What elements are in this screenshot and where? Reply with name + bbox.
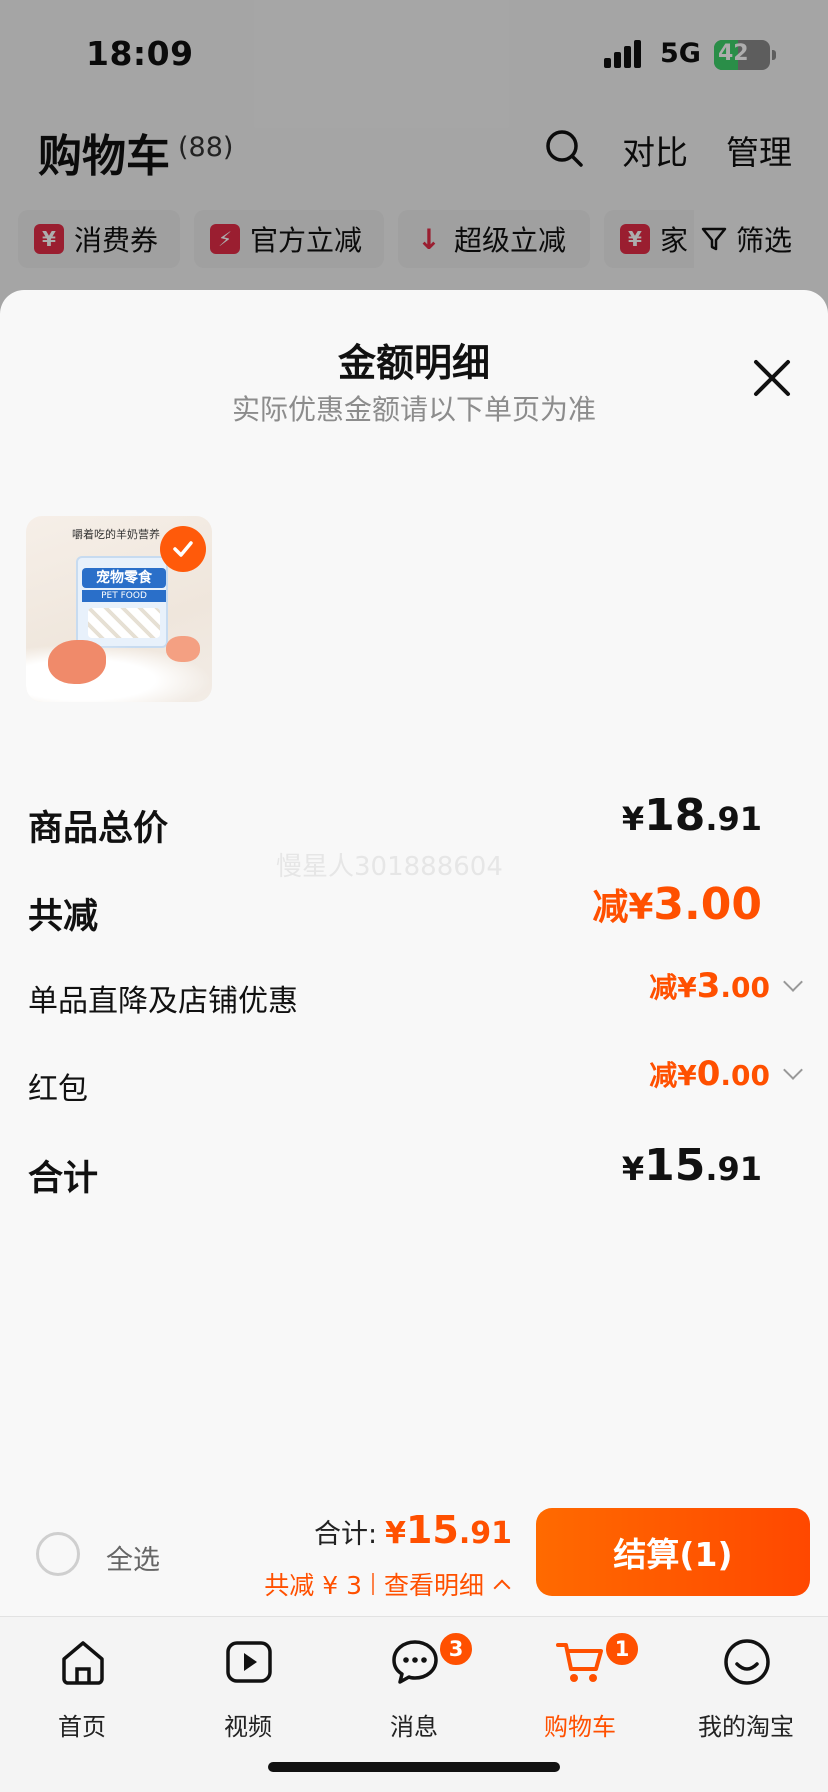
- cart-badge: 1: [604, 1631, 640, 1667]
- row-subtotal: 商品总价 ¥18.91: [28, 790, 800, 850]
- close-icon[interactable]: [748, 354, 796, 402]
- red-packet-value: 减 ¥0.00: [649, 1054, 803, 1094]
- tab-messages[interactable]: 3 消息: [354, 1631, 474, 1741]
- subtotal-label: 商品总价: [28, 809, 169, 849]
- message-icon: [392, 1640, 438, 1684]
- view-detail-link[interactable]: 查看明细: [384, 1566, 484, 1602]
- message-badge: 3: [438, 1631, 474, 1667]
- total-label: 合计:: [313, 1519, 378, 1550]
- tab-label: 购物车: [544, 1713, 616, 1741]
- total-discount-value: 减 ¥3.00: [592, 879, 762, 930]
- row-red-packet[interactable]: 红包 减 ¥0.00: [28, 1054, 803, 1114]
- tab-my-taobao[interactable]: 我的淘宝: [686, 1631, 806, 1741]
- grand-total-label: 合计: [28, 1159, 99, 1199]
- checkout-bar: 全选 合计: ¥15.91 共减 ¥ 3 查看明细 结算(1): [0, 1496, 828, 1616]
- selected-check-icon[interactable]: [160, 526, 206, 572]
- tab-label: 我的淘宝: [698, 1713, 794, 1741]
- tab-label: 首页: [58, 1713, 106, 1741]
- tab-cart[interactable]: 1 购物车: [520, 1631, 640, 1741]
- red-packet-label: 红包: [28, 1072, 88, 1107]
- product-thumbnail[interactable]: 嚼着吃的羊奶营养 宠物零食 PET FOOD: [26, 516, 212, 702]
- chevron-down-icon: [783, 1060, 803, 1080]
- checkout-total: 合计: ¥15.91: [313, 1508, 512, 1552]
- sheet-title: 金额明细: [337, 341, 490, 385]
- product-pack-sub: PET FOOD: [82, 590, 166, 602]
- home-indicator[interactable]: [268, 1762, 560, 1772]
- tab-label: 视频: [224, 1713, 272, 1741]
- cart-icon: [556, 1643, 603, 1682]
- product-pack-name: 宠物零食: [82, 568, 166, 588]
- grand-total-value: ¥15.91: [621, 1140, 762, 1191]
- item-discount-label: 单品直降及店铺优惠: [28, 984, 298, 1019]
- chevron-down-icon: [783, 972, 803, 992]
- profile-icon: [724, 1639, 770, 1685]
- product-package: 宠物零食 PET FOOD: [76, 556, 168, 648]
- chevron-up-icon: [493, 1579, 511, 1597]
- discount-text: 共减 ¥ 3: [264, 1571, 362, 1600]
- item-discount-value: 减 ¥3.00: [649, 966, 803, 1006]
- total-discount-label: 共减: [28, 897, 99, 937]
- home-icon: [62, 1641, 104, 1685]
- product-tagline: 嚼着吃的羊奶营养: [72, 528, 160, 541]
- checkout-button[interactable]: 结算(1): [536, 1508, 810, 1596]
- discount-summary[interactable]: 共减 ¥ 3 查看明细: [264, 1566, 511, 1602]
- sheet-subtitle: 实际优惠金额请以下单页为准: [231, 393, 596, 426]
- select-all-label[interactable]: 全选: [106, 1538, 160, 1577]
- row-item-discount[interactable]: 单品直降及店铺优惠 减 ¥3.00: [28, 966, 803, 1026]
- video-icon: [226, 1641, 272, 1683]
- tab-label: 消息: [390, 1713, 438, 1741]
- tab-home[interactable]: 首页: [22, 1631, 142, 1741]
- row-total-discount: 共减 减 ¥3.00: [28, 878, 800, 938]
- subtotal-value: ¥18.91: [621, 790, 762, 841]
- row-grand-total: 合计 ¥15.91: [28, 1140, 800, 1200]
- select-all-radio[interactable]: [36, 1532, 80, 1576]
- tab-video[interactable]: 视频: [188, 1631, 308, 1741]
